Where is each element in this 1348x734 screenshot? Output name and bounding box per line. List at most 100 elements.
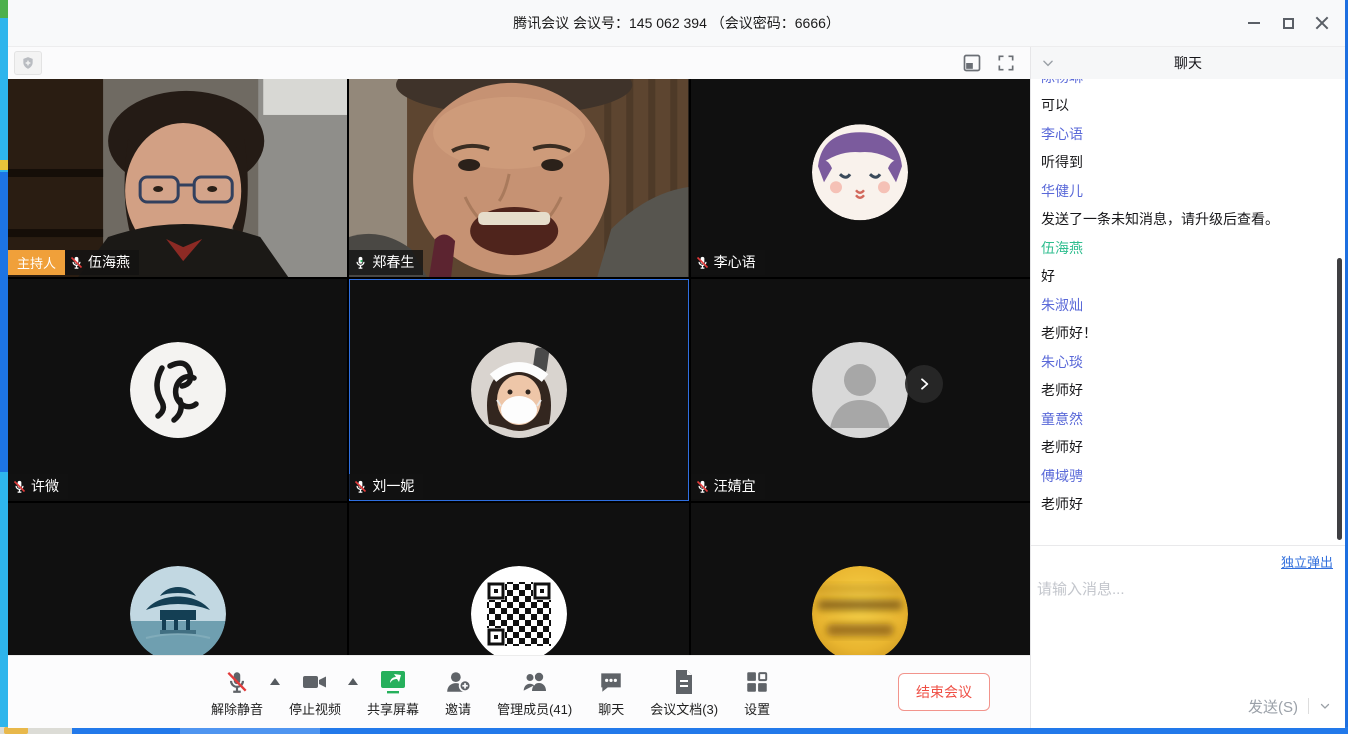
- chat-panel: 聊天 陈杨琳 可以 李心语 听得到 华健儿 发送了一条未知消息，请升级后查看。: [1030, 47, 1345, 728]
- settings-icon: [744, 669, 770, 695]
- chat-title: 聊天: [1174, 53, 1202, 73]
- send-options-chevron-icon[interactable]: [1319, 700, 1331, 712]
- meeting-docs-button[interactable]: 会议文档(3): [650, 667, 718, 718]
- tile-wuhaiyan[interactable]: 主持人 伍海燕: [8, 79, 347, 277]
- mic-muted-icon: [69, 255, 84, 270]
- meeting-window: 腾讯会议 会议号：145 062 394 （会议密码：6666）: [8, 0, 1345, 728]
- tile-wangjingyi[interactable]: 汪婧宜: [691, 279, 1030, 501]
- chat-message-text: 可以: [1041, 95, 1331, 115]
- tile-lixinyu[interactable]: 李心语: [691, 79, 1030, 277]
- chat-label: 聊天: [598, 699, 624, 718]
- window-title: 腾讯会议 会议号：145 062 394 （会议密码：6666）: [513, 13, 840, 33]
- chat-message-text: 老师好: [1041, 437, 1331, 457]
- mic-muted-icon: [353, 479, 368, 494]
- maximize-icon: [1283, 18, 1294, 29]
- titlebar: 腾讯会议 会议号：145 062 394 （会议密码：6666）: [8, 0, 1345, 47]
- participant-name: 伍海燕: [88, 252, 130, 272]
- chat-message: 朱淑灿 老师好！: [1041, 295, 1331, 343]
- calligraphy-avatar: [130, 342, 226, 438]
- chat-message-text: 老师好！: [1041, 323, 1331, 343]
- share-screen-button[interactable]: 共享屏幕: [367, 667, 419, 718]
- tile-pagoda-avatar[interactable]: [8, 503, 347, 655]
- live-video-woman-glasses: [8, 79, 347, 277]
- popout-row: 独立弹出: [1031, 545, 1345, 574]
- camera-options-caret[interactable]: [348, 678, 358, 685]
- taskbar-sliver: [0, 727, 1348, 734]
- live-video-man-face: [349, 79, 688, 277]
- chat-message-self: 伍海燕 好: [1041, 238, 1331, 286]
- tile-xuwei[interactable]: 许微: [8, 279, 347, 501]
- collapse-chat-button[interactable]: [1041, 56, 1055, 73]
- chat-message-text: 好: [1041, 266, 1331, 286]
- chat-message-text: 发送了一条未知消息，请升级后查看。: [1041, 209, 1331, 229]
- chat-message: 华健儿 发送了一条未知消息，请升级后查看。: [1041, 181, 1331, 229]
- meeting-security-button[interactable]: [14, 51, 42, 75]
- chat-input-area: [1031, 574, 1345, 692]
- host-badge: 主持人: [8, 250, 65, 275]
- document-icon: [672, 669, 696, 695]
- send-button[interactable]: 发送(S): [1248, 696, 1298, 717]
- chat-message: 傅域骋 老师好: [1041, 466, 1331, 514]
- layout-switch-icon[interactable]: [962, 53, 982, 73]
- tile-liuyini[interactable]: 刘一妮: [349, 279, 688, 501]
- chat-message: 陈杨琳 可以: [1041, 79, 1331, 115]
- chat-scrollbar[interactable]: [1337, 258, 1342, 540]
- desktop-icon-sliver-yellow: [0, 160, 8, 170]
- chat-button[interactable]: 聊天: [598, 667, 624, 718]
- share-screen-label: 共享屏幕: [367, 699, 419, 718]
- tile-emoji-avatar[interactable]: [691, 503, 1030, 655]
- end-meeting-button[interactable]: 结束会议: [898, 673, 990, 711]
- video-grid: 主持人 伍海燕: [8, 79, 1030, 655]
- invite-label: 邀请: [445, 699, 471, 718]
- chat-bubble-icon: [598, 669, 624, 695]
- emoji-avatar: [812, 566, 908, 655]
- stop-video-button[interactable]: 停止视频: [289, 667, 341, 718]
- popout-chat-link[interactable]: 独立弹出: [1281, 555, 1333, 570]
- chat-sender-name: 朱心琰: [1041, 352, 1331, 372]
- camera-icon: [301, 669, 329, 695]
- manage-members-button[interactable]: 管理成员(41): [497, 667, 572, 718]
- participant-name: 郑春生: [372, 252, 414, 272]
- mic-muted-icon: [12, 479, 27, 494]
- chat-sender-name: 童意然: [1041, 409, 1331, 429]
- participant-name: 李心语: [714, 252, 756, 272]
- tile-zhengchunsheng[interactable]: 郑春生: [349, 79, 688, 277]
- chat-sender-name: 华健儿: [1041, 181, 1331, 201]
- meeting-docs-label: 会议文档(3): [650, 699, 718, 718]
- minimize-button[interactable]: [1241, 10, 1267, 36]
- chat-message-text: 老师好: [1041, 380, 1331, 400]
- mic-options-caret[interactable]: [270, 678, 280, 685]
- settings-button[interactable]: 设置: [744, 667, 770, 718]
- close-button[interactable]: [1309, 10, 1335, 36]
- photo-avatar: [471, 342, 567, 438]
- manage-members-label: 管理成员(41): [497, 699, 572, 718]
- mic-muted-icon: [224, 669, 250, 695]
- unmute-label: 解除静音: [211, 699, 263, 718]
- chat-sender-name: 陈杨琳: [1041, 79, 1331, 87]
- fullscreen-icon[interactable]: [996, 53, 1016, 73]
- maximize-button[interactable]: [1275, 10, 1301, 36]
- chat-input[interactable]: [1037, 578, 1339, 688]
- name-tag: 郑春生: [349, 250, 423, 275]
- name-tag: 许微: [8, 474, 68, 499]
- invite-button[interactable]: 邀请: [445, 667, 471, 718]
- chat-message: 童意然 老师好: [1041, 409, 1331, 457]
- screen-share-icon: [379, 669, 407, 695]
- participant-name: 刘一妮: [372, 476, 414, 496]
- mic-on-icon: [353, 255, 368, 270]
- chat-message: 朱心琰 老师好: [1041, 352, 1331, 400]
- unmute-button[interactable]: 解除静音: [211, 667, 263, 718]
- chat-header: 聊天: [1031, 47, 1345, 79]
- next-page-button[interactable]: [905, 365, 943, 403]
- default-avatar: [812, 342, 908, 438]
- chat-sender-name: 伍海燕: [1041, 238, 1331, 258]
- mic-muted-icon: [695, 255, 710, 270]
- tile-qrcode-avatar[interactable]: [349, 503, 688, 655]
- chat-message-list: 陈杨琳 可以 李心语 听得到 华健儿 发送了一条未知消息，请升级后查看。 伍海燕…: [1031, 79, 1345, 545]
- desktop-edge-left: [0, 0, 8, 734]
- invite-icon: [445, 669, 471, 695]
- chat-sender-name: 傅域骋: [1041, 466, 1331, 486]
- send-row: 发送(S): [1031, 692, 1345, 728]
- taskbar-icon-sliver: [4, 727, 28, 734]
- shield-plus-icon: [21, 56, 35, 70]
